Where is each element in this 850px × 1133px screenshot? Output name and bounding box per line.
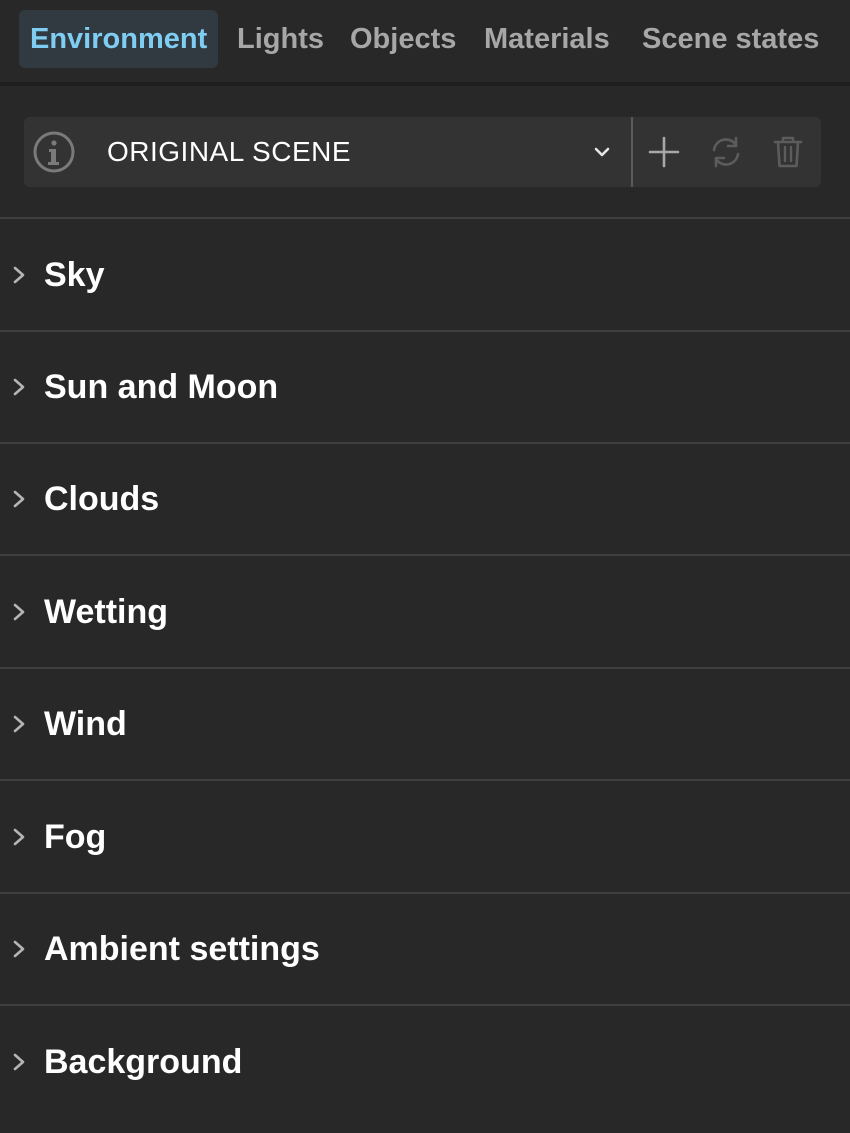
plus-icon[interactable] <box>646 134 682 170</box>
scene-dropdown-value[interactable]: ORIGINAL SCENE <box>107 117 351 187</box>
section-label: Sun and Moon <box>44 368 279 406</box>
scene-state-section: ORIGINAL SCENE <box>0 86 850 219</box>
chevron-right-icon <box>13 940 25 958</box>
section-clouds[interactable]: Clouds <box>0 443 850 556</box>
section-label: Wetting <box>44 593 169 631</box>
toolbar-divider <box>631 117 633 187</box>
environment-panel: Environment Lights Objects Materials Sce… <box>0 0 850 1133</box>
chevron-right-icon <box>13 1053 25 1071</box>
section-label: Sky <box>44 256 105 294</box>
section-fog[interactable]: Fog <box>0 781 850 894</box>
chevron-right-icon <box>13 378 25 396</box>
section-ambient-settings[interactable]: Ambient settings <box>0 893 850 1006</box>
chevron-right-icon <box>13 715 25 733</box>
tab-materials[interactable]: Materials <box>484 10 610 68</box>
section-label: Clouds <box>44 480 160 518</box>
section-wetting[interactable]: Wetting <box>0 556 850 669</box>
tab-bar: Environment Lights Objects Materials Sce… <box>0 0 850 86</box>
tab-objects[interactable]: Objects <box>350 10 456 68</box>
scene-selector: ORIGINAL SCENE <box>24 117 821 187</box>
section-label: Fog <box>44 818 107 856</box>
info-icon[interactable] <box>32 130 76 174</box>
trash-icon[interactable] <box>770 134 806 170</box>
section-sun-and-moon[interactable]: Sun and Moon <box>0 331 850 444</box>
section-wind[interactable]: Wind <box>0 668 850 781</box>
tab-scene-states[interactable]: Scene states <box>642 10 819 68</box>
chevron-right-icon <box>13 266 25 284</box>
chevron-right-icon <box>13 490 25 508</box>
section-label: Ambient settings <box>44 930 320 968</box>
chevron-right-icon <box>13 828 25 846</box>
tab-lights[interactable]: Lights <box>237 10 324 68</box>
section-sky[interactable]: Sky <box>0 219 850 332</box>
tab-environment[interactable]: Environment <box>19 10 219 68</box>
chevron-right-icon <box>13 603 25 621</box>
section-label: Background <box>44 1043 243 1081</box>
refresh-icon[interactable] <box>708 134 744 170</box>
chevron-down-icon[interactable] <box>592 142 612 162</box>
section-label: Wind <box>44 705 127 743</box>
section-background[interactable]: Background <box>0 1006 850 1117</box>
